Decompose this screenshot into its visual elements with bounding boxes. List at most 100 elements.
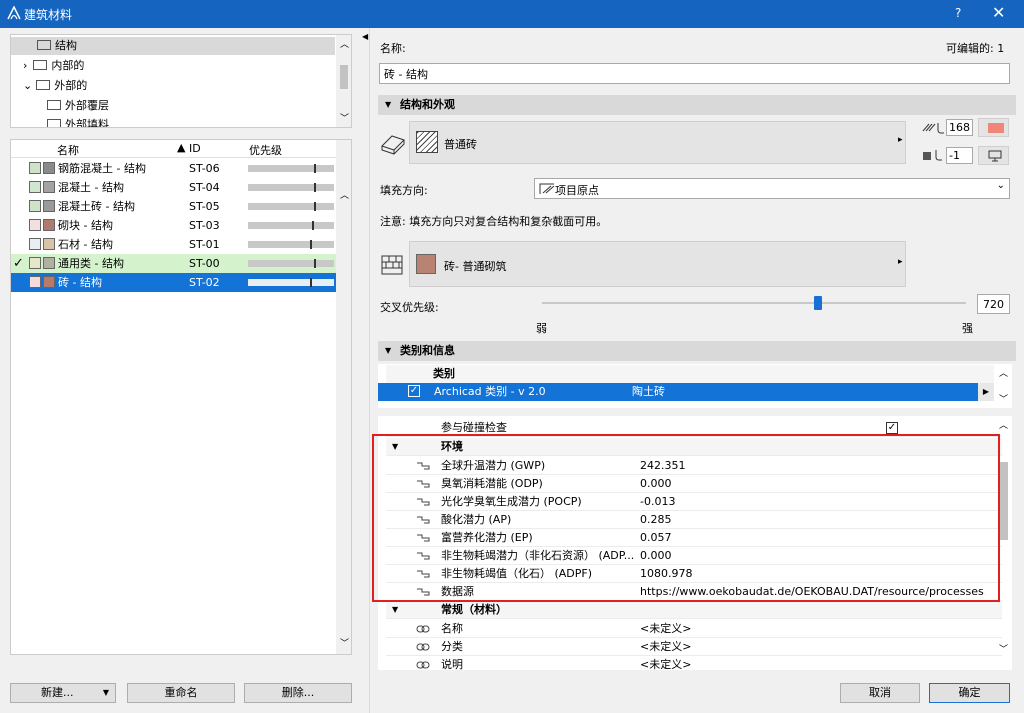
pen-hatch-icon — [922, 123, 944, 134]
scroll-up-icon[interactable]: ︿ — [999, 418, 1008, 431]
scroll-down-icon[interactable]: ﹀ — [340, 636, 349, 649]
collision-checkbox[interactable]: ✓ — [886, 422, 898, 434]
tree-item-structure[interactable]: 结构 — [11, 37, 335, 55]
general-property-row[interactable]: 分类 <未定义> — [386, 638, 1002, 656]
tree-item-exterior-cladding[interactable]: 外部覆层 — [47, 97, 109, 115]
tree-item-label: 结构 — [55, 39, 77, 52]
material-name: 混凝土 - 结构 — [58, 181, 124, 194]
priority-bar — [248, 202, 334, 211]
rename-button[interactable]: 重命名 — [127, 683, 235, 703]
collapse-arrow-icon[interactable]: ◀ — [362, 32, 368, 41]
new-button[interactable]: 新建... ▼ — [10, 683, 116, 703]
material-row[interactable]: 混凝土 - 结构 ST-04 — [11, 178, 336, 197]
slider-strong-label: 强 — [962, 322, 973, 335]
chevron-down-icon[interactable]: ▼ — [385, 341, 391, 361]
chevron-right-icon[interactable]: › — [23, 59, 27, 72]
sort-up-icon[interactable]: ▲ — [177, 141, 185, 154]
pen-color-button[interactable] — [978, 118, 1009, 137]
intersection-priority-label: 交叉优先级: — [380, 301, 439, 314]
surface-swatch-icon — [29, 219, 41, 231]
scroll-down-icon[interactable]: ﹀ — [340, 111, 349, 124]
cut-fill-label: 砖- 普通砌筑 — [444, 260, 507, 273]
folder-tree: 结构 › 内部的 ⌄ 外部的 外部覆层 外部填料 ︿ ﹀ — [10, 34, 352, 128]
surface-icon — [381, 135, 405, 155]
material-row[interactable]: 砌块 - 结构 ST-03 — [11, 216, 336, 235]
folder-icon — [33, 60, 48, 70]
priority-bar — [248, 164, 334, 173]
ok-button[interactable]: 确定 — [929, 683, 1010, 703]
pen-number-input[interactable] — [946, 119, 973, 136]
tree-item-label: 外部覆层 — [65, 99, 109, 112]
list-scrollbar[interactable]: ︿ ﹀ — [336, 140, 351, 654]
chevron-down-icon[interactable]: ▼ — [392, 601, 398, 619]
background-pen-input[interactable] — [946, 147, 973, 164]
property-value: <未定义> — [640, 640, 692, 653]
help-button[interactable]: ? — [955, 6, 961, 20]
scroll-up-icon[interactable]: ︿ — [340, 37, 349, 50]
column-priority[interactable]: 优先级 — [249, 142, 282, 158]
material-name: 砌块 - 结构 — [58, 219, 113, 232]
general-group-header[interactable]: ▼ 常规（材料） — [386, 601, 1002, 619]
general-property-row[interactable]: 说明 <未定义> — [386, 656, 1002, 670]
material-id: ST-05 — [189, 200, 220, 213]
scroll-up-icon[interactable]: ︿ — [340, 188, 349, 201]
cut-fill-button[interactable]: 砖- 普通砌筑 ▸ — [409, 241, 906, 287]
scroll-thumb[interactable] — [1000, 462, 1008, 540]
column-id[interactable]: ID — [189, 142, 201, 155]
scroll-down-icon[interactable]: ﹀ — [999, 642, 1008, 655]
surface-button[interactable]: 普通砖 ▸ — [409, 121, 906, 164]
properties-scroll-upper[interactable]: ︿ ﹀ — [996, 364, 1012, 408]
cancel-button[interactable]: 取消 — [840, 683, 920, 703]
tree-item-exterior[interactable]: ⌄ 外部的 — [23, 77, 87, 95]
material-id: ST-01 — [189, 238, 220, 251]
environment-highlight-box — [372, 434, 1000, 602]
section-category-info[interactable]: ▼ 类别和信息 — [378, 341, 1016, 361]
surface-label: 普通砖 — [444, 138, 477, 151]
material-name: 石材 - 结构 — [58, 238, 113, 251]
general-property-row[interactable]: 名称 <未定义> — [386, 620, 1002, 638]
priority-marker — [314, 183, 316, 192]
background-pen-icon — [923, 150, 942, 161]
tree-item-label: 外部的 — [54, 79, 88, 92]
fill-swatch-icon — [43, 200, 55, 212]
category-row-expand-button[interactable]: ▶ — [978, 383, 994, 401]
tree-item-exterior-fill[interactable]: 外部填料 — [47, 116, 109, 127]
chevron-down-icon[interactable]: ▼ — [385, 95, 391, 115]
dropdown-arrow-icon[interactable]: ▼ — [103, 684, 109, 702]
chevron-down-icon[interactable]: ⌄ — [997, 180, 1005, 191]
material-row[interactable]: 石材 - 结构 ST-01 — [11, 235, 336, 254]
column-name[interactable]: 名称 — [57, 142, 79, 158]
background-color-button[interactable] — [978, 146, 1009, 165]
priority-slider-thumb[interactable] — [814, 296, 822, 310]
pane-splitter[interactable]: ◀ — [362, 28, 370, 713]
fill-direction-value: 项目原点 — [555, 184, 599, 197]
scroll-down-icon[interactable]: ﹀ — [999, 392, 1008, 405]
tree-scrollbar[interactable]: ︿ ﹀ — [336, 35, 351, 127]
material-row[interactable]: 砖 - 结构 ST-02 — [11, 273, 336, 292]
group-title: 类别 — [433, 367, 455, 380]
close-button[interactable]: ✕ — [992, 3, 1005, 22]
checkbox-checked-icon[interactable]: ✓ — [408, 385, 420, 397]
material-row[interactable]: 混凝土砖 - 结构 ST-05 — [11, 197, 336, 216]
category-name: Archicad 类别 - v 2.0 — [434, 385, 546, 398]
tree-item-interior[interactable]: › 内部的 — [23, 57, 84, 75]
section-structure-appearance[interactable]: ▼ 结构和外观 — [378, 95, 1016, 115]
material-row[interactable]: ✓ 通用类 - 结构 ST-00 — [11, 254, 336, 273]
fill-direction-select[interactable]: 项目原点 ⌄ — [534, 178, 1010, 199]
scroll-up-icon[interactable]: ︿ — [999, 366, 1008, 379]
property-value: <未定义> — [640, 622, 692, 635]
material-row[interactable]: 钢筋混凝土 - 结构 ST-06 — [11, 159, 336, 178]
chain-link-icon — [416, 643, 430, 651]
priority-value-input[interactable] — [977, 294, 1010, 314]
priority-marker — [310, 278, 312, 287]
priority-bar — [248, 278, 334, 287]
material-name-input[interactable] — [379, 63, 1010, 84]
chevron-down-icon[interactable]: ⌄ — [23, 79, 32, 92]
scroll-thumb[interactable] — [340, 65, 348, 89]
delete-button[interactable]: 删除... — [244, 683, 352, 703]
chain-link-icon — [416, 625, 430, 633]
pen-color-swatch — [988, 123, 1004, 133]
priority-bar — [248, 259, 334, 268]
category-row[interactable]: ✓ Archicad 类别 - v 2.0 陶土砖 — [378, 383, 978, 401]
priority-slider-track[interactable] — [542, 302, 966, 304]
